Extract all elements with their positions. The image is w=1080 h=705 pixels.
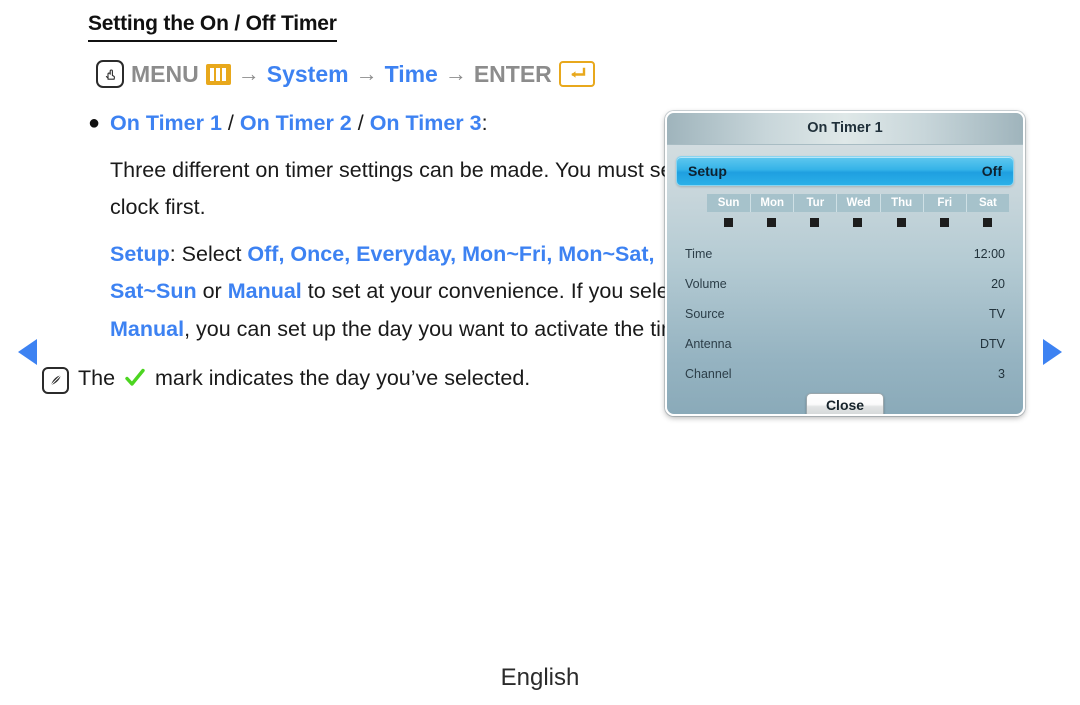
setup-description: Setup: Select Off, Once, Everyday, Mon~F… bbox=[110, 236, 728, 349]
osd-setting-value: 3 bbox=[998, 367, 1005, 381]
osd-title: On Timer 1 bbox=[667, 113, 1023, 145]
page-title: Setting the On / Off Timer bbox=[88, 12, 337, 43]
bullet-marker: ● bbox=[88, 112, 101, 134]
triangle-right-icon[interactable] bbox=[1043, 339, 1062, 365]
setup-select-text: : Select bbox=[169, 241, 248, 266]
timer-colon: : bbox=[481, 111, 488, 135]
setup-label: Setup bbox=[110, 241, 170, 266]
osd-day-column[interactable]: Wed bbox=[836, 194, 880, 227]
osd-day-column[interactable]: Mon bbox=[750, 194, 794, 227]
body-copy: ● On Timer 1 / On Timer 2 / On Timer 3 : … bbox=[42, 105, 728, 401]
timer-heading-line: On Timer 1 / On Timer 2 / On Timer 3: bbox=[110, 105, 728, 143]
osd-day-selector: Sun Mon Tur Wed Thu Fri Sat bbox=[707, 194, 1009, 227]
osd-setting-label: Channel bbox=[685, 367, 732, 381]
option-mon-sat: Mon~Sat, bbox=[552, 241, 655, 266]
osd-setup-value: Off bbox=[981, 163, 1002, 179]
footer-language: English bbox=[500, 664, 580, 691]
osd-day-checkbox[interactable] bbox=[724, 218, 734, 227]
osd-setting-label: Antenna bbox=[685, 337, 732, 351]
close-button[interactable]: Close bbox=[806, 393, 884, 414]
note-suffix: mark indicates the day you’ve selected. bbox=[149, 366, 531, 390]
triangle-left-icon[interactable] bbox=[18, 339, 37, 365]
osd-setting-row[interactable]: Volume 20 bbox=[685, 269, 1005, 299]
osd-setting-value: DTV bbox=[980, 337, 1005, 351]
option-everyday: Everyday, bbox=[350, 241, 457, 266]
osd-setup-row[interactable]: Setup Off bbox=[676, 156, 1014, 186]
osd-setting-row[interactable]: Source TV bbox=[685, 299, 1005, 329]
osd-day-column[interactable]: Thu bbox=[879, 194, 923, 227]
path-item-time[interactable]: Time bbox=[385, 61, 438, 88]
osd-day-label: Thu bbox=[879, 194, 923, 212]
osd-setting-row[interactable]: Channel 3 bbox=[685, 359, 1005, 389]
osd-day-checkbox[interactable] bbox=[982, 218, 992, 227]
osd-day-column[interactable]: Sun bbox=[707, 194, 751, 227]
osd-day-checkbox[interactable] bbox=[810, 218, 820, 227]
osd-setting-value: 20 bbox=[991, 277, 1005, 291]
enter-label: ENTER bbox=[473, 60, 552, 87]
osd-day-checkbox[interactable] bbox=[939, 218, 949, 227]
osd-day-checkbox[interactable] bbox=[896, 218, 906, 227]
manual-inline-label: Manual bbox=[110, 316, 185, 341]
option-mon-fri: Mon~Fri, bbox=[462, 241, 553, 266]
menu-label: MENU bbox=[131, 60, 199, 87]
bullet-item-on-timer: ● On Timer 1 / On Timer 2 / On Timer 3 : … bbox=[88, 105, 728, 348]
on-timer-1-label: On Timer 1 bbox=[110, 111, 222, 135]
note-pencil-icon bbox=[42, 367, 69, 394]
option-manual: Manual bbox=[227, 279, 302, 303]
osd-setup-label: Setup bbox=[688, 163, 727, 179]
menu-bars-icon bbox=[205, 63, 231, 85]
osd-setting-label: Time bbox=[685, 247, 713, 261]
osd-day-column[interactable]: Fri bbox=[922, 194, 966, 227]
osd-setting-value: TV bbox=[989, 307, 1005, 321]
osd-day-column[interactable]: Sat bbox=[965, 194, 1009, 227]
on-timer-osd-panel: On Timer 1 Setup Off Sun Mon Tur Wed Thu Fri S… bbox=[665, 111, 1025, 416]
path-item-system[interactable]: System bbox=[267, 61, 349, 88]
osd-day-label: Fri bbox=[922, 194, 966, 212]
on-timer-2-label: On Timer 2 bbox=[239, 111, 352, 135]
option-sat-sun: Sat~Sun bbox=[110, 279, 197, 303]
note-text: The mark indicates the day you’ve select… bbox=[78, 360, 530, 401]
osd-day-label: Mon bbox=[750, 194, 794, 212]
enter-return-icon bbox=[558, 61, 595, 87]
osd-day-label: Wed bbox=[836, 194, 880, 212]
osd-day-label: Sun bbox=[707, 194, 751, 212]
on-timer-3-label: On Timer 3 bbox=[369, 111, 482, 135]
convenience-text: to set at your convenience. If you selec… bbox=[307, 279, 686, 303]
timer-description: Three different on timer settings can be… bbox=[110, 157, 715, 220]
remote-hand-icon bbox=[96, 60, 124, 88]
osd-day-label: Tur bbox=[793, 194, 837, 212]
option-once: Once, bbox=[284, 241, 351, 266]
menu-path-breadcrumb: MENU → System → Time → ENTER bbox=[96, 60, 602, 88]
note-row: The mark indicates the day you’ve select… bbox=[42, 360, 728, 401]
option-or-text: or bbox=[196, 279, 228, 303]
path-arrow-2: → bbox=[355, 61, 378, 86]
osd-setting-label: Volume bbox=[685, 277, 727, 291]
osd-day-column[interactable]: Tur bbox=[793, 194, 837, 227]
osd-setting-value: 12:00 bbox=[973, 247, 1005, 261]
osd-day-checkbox[interactable] bbox=[767, 218, 777, 227]
timer-sep-1: / bbox=[221, 111, 240, 135]
green-check-icon bbox=[124, 363, 146, 401]
path-arrow-3: → bbox=[444, 61, 467, 86]
option-off: Off, bbox=[247, 241, 285, 266]
osd-day-checkbox[interactable] bbox=[853, 218, 863, 227]
osd-setting-label: Source bbox=[685, 307, 725, 321]
note-prefix: The bbox=[78, 366, 122, 390]
osd-setting-row[interactable]: Time 12:00 bbox=[685, 239, 1005, 269]
manual-rest-text: , you can set up the day you want to act… bbox=[184, 316, 703, 341]
path-arrow-1: → bbox=[237, 61, 260, 86]
osd-settings-list: Time 12:00 Volume 20 Source TV Antenna DTV Chann… bbox=[685, 239, 1005, 389]
osd-day-label: Sat bbox=[965, 194, 1009, 212]
timer-sep-2: / bbox=[351, 111, 370, 135]
osd-setting-row[interactable]: Antenna DTV bbox=[685, 329, 1005, 359]
